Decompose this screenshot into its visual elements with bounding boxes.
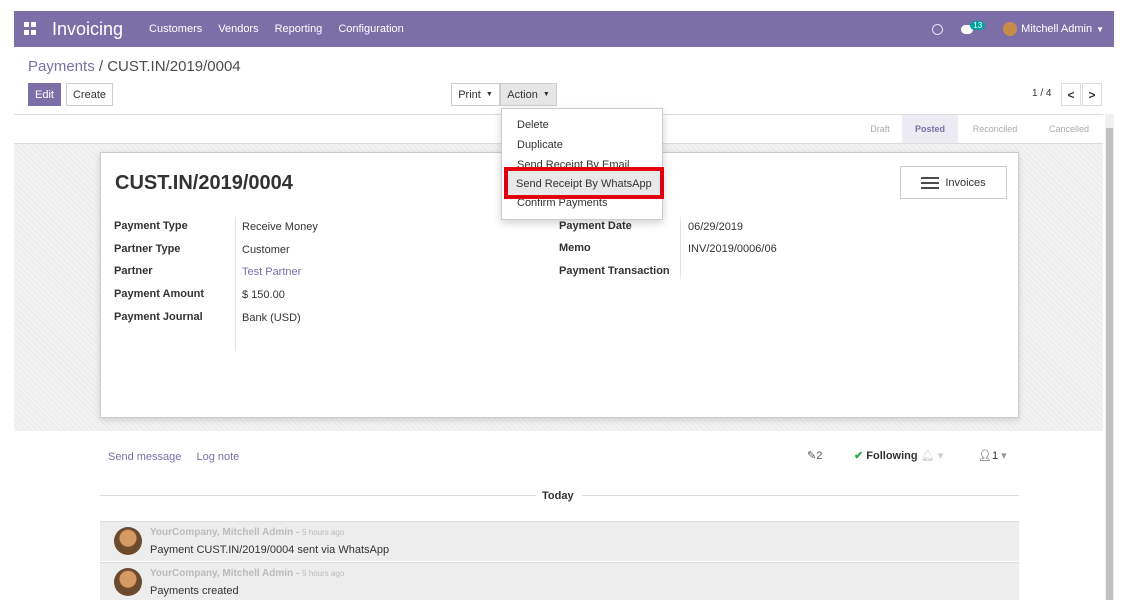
check-icon: ✔: [854, 450, 864, 462]
value-payment-journal: Bank (USD): [242, 312, 301, 324]
label-payment-transaction: Payment Transaction: [559, 265, 670, 277]
invoices-smart-button[interactable]: Invoices: [900, 166, 1007, 199]
menu-item-send-receipt-whatsapp[interactable]: Send Receipt By WhatsApp: [516, 178, 652, 190]
user-menu[interactable]: Mitchell Admin ▼: [1003, 22, 1104, 36]
messaging-menu[interactable]: 13: [961, 20, 986, 34]
message-body: Payments created: [150, 585, 239, 597]
menu-vendors[interactable]: Vendors: [218, 23, 258, 35]
print-button[interactable]: Print ▼: [451, 83, 500, 106]
stage-cancelled[interactable]: Cancelled: [1041, 115, 1097, 143]
paperclip-icon: ✎: [807, 450, 817, 462]
following-button[interactable]: ✔ Following 🔔︎ ▾: [854, 449, 943, 462]
attachment-count: 2: [816, 450, 823, 462]
attachments-button[interactable]: ✎2: [807, 449, 822, 462]
pager-next-button[interactable]: >: [1082, 83, 1102, 106]
value-payment-amount: $ 150.00: [242, 289, 285, 301]
chat-count-badge: 13: [970, 20, 986, 30]
message-item: YourCompany, Mitchell Admin - 5 hours ag…: [100, 562, 1019, 600]
breadcrumb-payments[interactable]: Payments: [28, 58, 95, 75]
stage-posted[interactable]: Posted: [902, 115, 958, 143]
pager-value[interactable]: 1 / 4: [1032, 88, 1051, 99]
caret-down-icon: ▼: [485, 91, 493, 98]
breadcrumb-current: CUST.IN/2019/0004: [107, 58, 241, 75]
record-title: CUST.IN/2019/0004: [115, 172, 293, 194]
value-partner-link[interactable]: Test Partner: [242, 266, 301, 278]
value-memo: INV/2019/0006/06: [688, 243, 777, 255]
action-dropdown-menu: Delete Duplicate Send Receipt By Email C…: [501, 108, 663, 220]
label-memo: Memo: [559, 242, 591, 254]
message-author: YourCompany, Mitchell Admin - 5 hours ag…: [150, 527, 345, 538]
message-time: 5 hours ago: [302, 528, 345, 537]
breadcrumb: Payments / CUST.IN/2019/0004: [28, 58, 241, 75]
bell-icon: 🔔︎ ▾: [920, 450, 944, 462]
user-icon: 👤︎: [978, 450, 992, 462]
menu-item-duplicate[interactable]: Duplicate: [517, 139, 563, 151]
send-message-button[interactable]: Send message: [108, 451, 181, 463]
log-note-button[interactable]: Log note: [196, 451, 239, 463]
edit-button[interactable]: Edit: [28, 83, 61, 106]
caret-down-icon: ▾: [998, 450, 1007, 462]
menu-reporting[interactable]: Reporting: [275, 23, 323, 35]
label-partner: Partner: [114, 265, 153, 277]
activity-clock-icon[interactable]: [932, 23, 944, 35]
user-name: Mitchell Admin: [1021, 23, 1093, 35]
stage-reconciled[interactable]: Reconciled: [964, 115, 1026, 143]
top-navbar: Invoicing Customers Vendors Reporting Co…: [14, 11, 1114, 47]
value-payment-date: 06/29/2019: [688, 221, 744, 233]
message-time: 5 hours ago: [302, 569, 345, 578]
caret-down-icon: ▼: [542, 91, 550, 98]
message-item: YourCompany, Mitchell Admin - 5 hours ag…: [100, 521, 1019, 561]
create-button[interactable]: Create: [66, 83, 113, 106]
author-avatar[interactable]: [114, 568, 142, 596]
scrollbar-thumb[interactable]: [1106, 128, 1113, 600]
message-author: YourCompany, Mitchell Admin - 5 hours ag…: [150, 568, 345, 579]
field-column-divider: [235, 217, 236, 351]
breadcrumb-separator: /: [94, 58, 108, 75]
invoices-label: Invoices: [945, 176, 986, 189]
menu-customers[interactable]: Customers: [149, 23, 202, 35]
menu-item-send-receipt-email[interactable]: Send Receipt By Email: [517, 159, 630, 167]
field-column-divider: [680, 217, 681, 279]
label-payment-journal: Payment Journal: [114, 311, 203, 323]
author-avatar[interactable]: [114, 527, 142, 555]
user-avatar: [1003, 22, 1018, 36]
print-label: Print: [458, 88, 481, 101]
pager-previous-button[interactable]: <: [1061, 83, 1081, 106]
followers-button[interactable]: 👤︎1 ▾: [978, 449, 1007, 462]
navbar-systray: 13 Mitchell Admin ▼: [932, 11, 1104, 47]
menu-configuration[interactable]: Configuration: [338, 23, 403, 35]
action-button[interactable]: Action ▼: [500, 83, 557, 106]
date-separator-label: Today: [542, 490, 574, 502]
apps-menu-icon[interactable]: [24, 22, 38, 36]
app-window: Invoicing Customers Vendors Reporting Co…: [14, 11, 1114, 600]
label-partner-type: Partner Type: [114, 243, 181, 255]
value-partner-type: Customer: [242, 244, 290, 256]
author-name[interactable]: YourCompany, Mitchell Admin: [150, 527, 293, 538]
app-name[interactable]: Invoicing: [52, 19, 123, 40]
action-label: Action: [507, 88, 538, 101]
chevron-left-icon: <: [1067, 87, 1075, 102]
value-payment-type: Receive Money: [242, 221, 318, 233]
following-label: Following: [866, 450, 918, 462]
chevron-right-icon: >: [1088, 87, 1096, 102]
label-payment-date: Payment Date: [559, 220, 632, 232]
author-name[interactable]: YourCompany, Mitchell Admin: [150, 568, 293, 579]
stage-draft[interactable]: Draft: [861, 115, 899, 143]
chatter-topbar: Send message Log note: [108, 451, 239, 463]
date-separator-line: [582, 495, 1019, 496]
menu-item-delete[interactable]: Delete: [517, 119, 549, 131]
label-payment-amount: Payment Amount: [114, 288, 205, 300]
date-separator-line: [100, 495, 536, 496]
caret-down-icon: ▼: [1096, 24, 1104, 34]
label-payment-type: Payment Type: [114, 220, 188, 232]
message-body: Payment CUST.IN/2019/0004 sent via Whats…: [150, 544, 390, 556]
bars-icon: [921, 176, 940, 189]
